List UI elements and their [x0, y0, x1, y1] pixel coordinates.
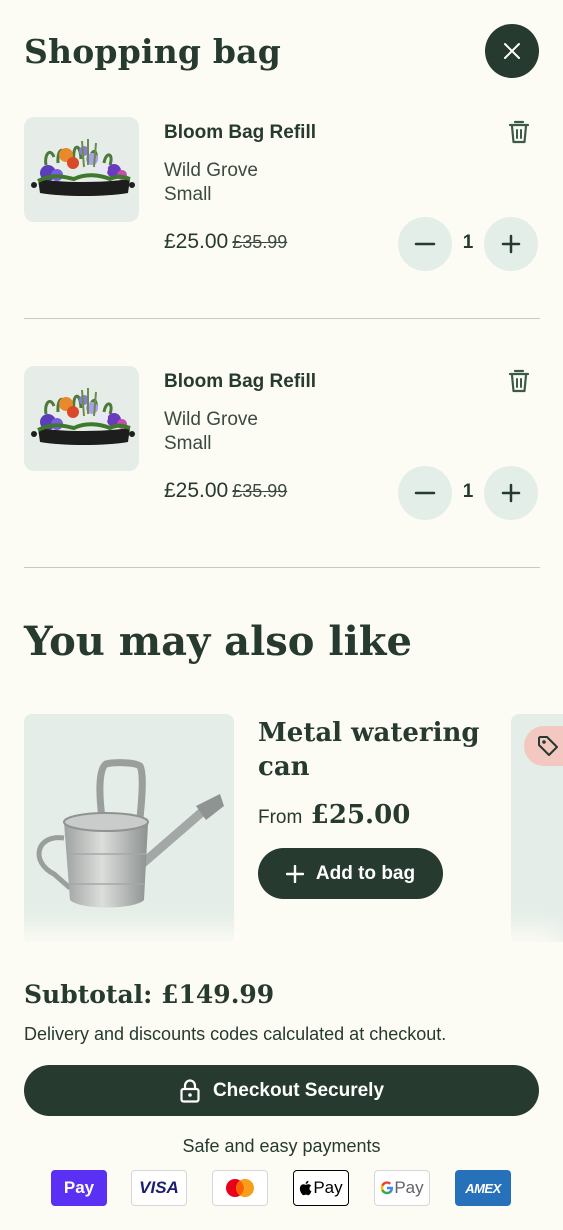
delivery-note: Delivery and discounts codes calculated … — [24, 1024, 447, 1044]
product-variant: Wild Grove Small — [164, 408, 258, 456]
remove-item-button[interactable] — [506, 119, 532, 145]
product-name[interactable]: Bloom Bag Refill — [164, 371, 316, 393]
add-to-bag-label: Add to bag — [315, 862, 416, 884]
mastercard-icon — [212, 1170, 268, 1206]
increase-quantity-button[interactable] — [484, 217, 538, 271]
product-name[interactable]: Bloom Bag Refill — [164, 122, 316, 144]
visa-mark: VISA — [139, 1178, 179, 1197]
variant-size: Small — [164, 184, 212, 205]
minus-icon — [414, 491, 436, 495]
product-variant: Wild Grove Small — [164, 159, 258, 207]
recommended-product-name[interactable]: Metal watering can — [258, 716, 498, 784]
cart-item: Bloom Bag Refill Wild Grove Small £25.00… — [24, 117, 540, 297]
safe-payments-label: Safe and easy payments — [182, 1136, 381, 1156]
amex-icon: AMEX — [455, 1170, 511, 1206]
plus-icon — [285, 864, 304, 883]
variant-size: Small — [164, 433, 212, 454]
sale-price: £25.00 — [164, 230, 229, 253]
visa-icon: VISA — [131, 1170, 187, 1206]
quantity-value: 1 — [462, 232, 474, 253]
checkout-label: Checkout Securely — [212, 1079, 385, 1101]
close-button[interactable] — [485, 24, 539, 78]
tag-icon — [538, 736, 558, 756]
apple-pay-icon: Pay — [293, 1170, 349, 1206]
lock-icon — [180, 1078, 200, 1103]
cart-item: Bloom Bag Refill Wild Grove Small £25.00… — [24, 366, 540, 546]
apple-pay-mark: Pay — [313, 1178, 343, 1197]
bag-header: Shopping bag — [0, 0, 563, 100]
recommendations-title: You may also like — [24, 618, 412, 665]
google-g-icon — [381, 1181, 394, 1195]
remove-item-button[interactable] — [506, 368, 532, 394]
google-pay-icon: Pay — [374, 1170, 430, 1206]
product-thumbnail[interactable] — [24, 366, 139, 471]
recommended-product-price: From £25.00 — [258, 800, 410, 830]
original-price: £35.99 — [232, 232, 288, 252]
sale-badge — [524, 726, 563, 766]
add-to-bag-button[interactable]: Add to bag — [258, 848, 443, 899]
bag-footer: Subtotal: £149.99 Delivery and discounts… — [0, 942, 563, 1230]
price-amount: £25.00 — [310, 800, 411, 830]
product-price: £25.00 £35.99 — [164, 230, 287, 254]
google-pay-mark: Pay — [394, 1178, 424, 1197]
original-price: £35.99 — [232, 481, 288, 501]
bloom-bag-image — [31, 388, 135, 445]
next-recommendation-card[interactable] — [511, 714, 563, 944]
decrease-quantity-button[interactable] — [398, 466, 452, 520]
mastercard-circles — [226, 1179, 254, 1197]
page-title: Shopping bag — [24, 32, 282, 71]
product-price: £25.00 £35.99 — [164, 479, 287, 503]
price-prefix: From — [258, 807, 303, 828]
trash-icon — [508, 369, 530, 393]
divider — [24, 318, 540, 319]
bloom-bag-image — [31, 139, 135, 196]
amex-mark: AMEX — [465, 1180, 501, 1196]
close-icon — [504, 43, 520, 59]
apple-icon — [300, 1180, 312, 1196]
sale-price: £25.00 — [164, 479, 229, 502]
decrease-quantity-button[interactable] — [398, 217, 452, 271]
increase-quantity-button[interactable] — [484, 466, 538, 520]
divider — [24, 567, 540, 568]
checkout-button[interactable]: Checkout Securely — [24, 1065, 539, 1116]
minus-icon — [414, 242, 436, 246]
shop-pay-mark: Pay — [63, 1178, 95, 1197]
subtotal: Subtotal: £149.99 — [24, 980, 275, 1009]
quantity-value: 1 — [462, 481, 474, 502]
plus-icon — [501, 483, 521, 503]
watering-can-image — [36, 759, 224, 908]
trash-icon — [508, 120, 530, 144]
variant-line: Wild Grove — [164, 160, 258, 181]
product-thumbnail[interactable] — [24, 117, 139, 222]
variant-line: Wild Grove — [164, 409, 258, 430]
plus-icon — [501, 234, 521, 254]
recommended-product-image[interactable] — [24, 714, 234, 944]
shop-pay-icon: Pay — [51, 1170, 107, 1206]
